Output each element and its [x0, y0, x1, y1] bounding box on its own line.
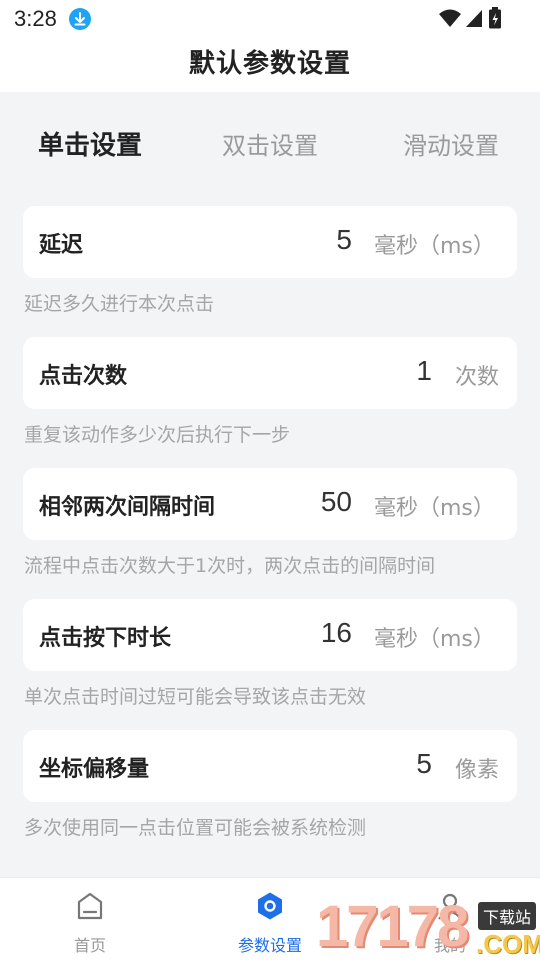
setting-unit: 次数 [455, 365, 500, 390]
setting-label: 点击按下时长 [39, 626, 172, 651]
status-bar: 3:28 [0, 0, 540, 38]
interval-value-input[interactable]: 50 [321, 486, 352, 518]
home-icon [77, 892, 103, 920]
setting-unit: 毫秒（ms） [374, 496, 495, 521]
setting-unit: 毫秒（ms） [374, 234, 495, 259]
delay-value-input[interactable]: 5 [336, 224, 352, 256]
watermark-suffix: .COM [476, 929, 540, 959]
battery-icon [489, 7, 501, 29]
setting-card-interval[interactable]: 相邻两次间隔时间 50 毫秒（ms） [23, 468, 517, 540]
signal-icon [466, 10, 482, 27]
app-bar: 默认参数设置 [0, 38, 540, 92]
settings-hex-icon [258, 892, 282, 920]
press-duration-input[interactable]: 16 [321, 617, 352, 649]
setting-description: 延迟多久进行本次点击 [24, 293, 215, 315]
page-title: 默认参数设置 [188, 49, 351, 79]
wifi-icon [439, 9, 461, 27]
tab-single-click[interactable]: 单击设置 [38, 125, 142, 162]
system-icons [438, 7, 502, 29]
watermark-badge: 下载站 [478, 902, 537, 930]
setting-label: 延迟 [39, 233, 84, 258]
setting-description: 重复该动作多少次后执行下一步 [24, 424, 291, 446]
setting-card-coordinate-offset[interactable]: 坐标偏移量 5 像素 [23, 730, 517, 802]
tab-double-click[interactable]: 双击设置 [222, 126, 318, 161]
setting-unit: 像素 [455, 758, 500, 783]
setting-label: 坐标偏移量 [39, 757, 150, 782]
setting-card-click-count[interactable]: 点击次数 1 次数 [23, 337, 517, 409]
tab-swipe[interactable]: 滑动设置 [403, 126, 499, 161]
coordinate-offset-input[interactable]: 5 [416, 748, 432, 780]
watermark-digits: 17178 [316, 894, 469, 959]
setting-description: 流程中点击次数大于1次时，两次点击的间隔时间 [24, 555, 436, 577]
setting-card-delay[interactable]: 延迟 5 毫秒（ms） [23, 206, 517, 278]
nav-label: 首页 [73, 936, 106, 955]
setting-card-press-duration[interactable]: 点击按下时长 16 毫秒（ms） [23, 599, 517, 671]
click-count-input[interactable]: 1 [416, 355, 432, 387]
setting-unit: 毫秒（ms） [374, 627, 495, 652]
download-icon [69, 8, 91, 30]
setting-description: 单次点击时间过短可能会导致该点击无效 [24, 686, 367, 708]
nav-item-home[interactable]: 首页 [20, 878, 160, 960]
status-time: 3:28 [14, 6, 57, 31]
settings-tabs: 单击设置 双击设置 滑动设置 [0, 92, 540, 192]
setting-label: 点击次数 [39, 364, 128, 389]
site-watermark: 17178 下载站 .COM [314, 893, 540, 960]
setting-description: 多次使用同一点击位置可能会被系统检测 [24, 817, 367, 839]
setting-label: 相邻两次间隔时间 [39, 495, 216, 520]
